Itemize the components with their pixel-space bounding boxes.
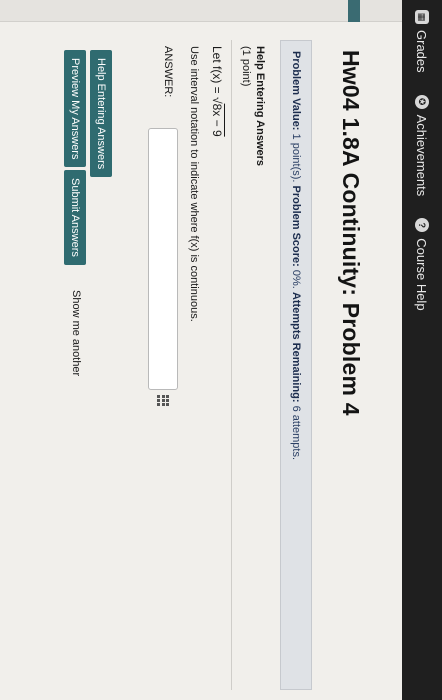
problem-score-label: Problem Score: [290,185,302,267]
nav-grades-label: Grades [414,30,430,73]
attempts-remaining: 6 attempts. [290,405,302,461]
answer-input[interactable] [148,128,178,390]
main-content: Hw04 1.8A Continuity: Problem 4 Problem … [0,40,402,690]
problem-score: 0%. [290,269,302,289]
sidebar [0,0,402,22]
grades-icon: ▦ [415,10,429,24]
problem-prompt: Let f(x) = √8x − 9 [210,46,224,137]
attempts-label: Attempts Remaining: [290,291,302,403]
nav-achievements-label: Achievements [414,114,430,197]
webwork-page: ▦ Grades ✪ Achievements ? Course Help Hw… [0,0,442,700]
problem-value: 1 point(s). [290,133,302,183]
nav-grades[interactable]: ▦ Grades [415,10,430,73]
problem-points: (1 point) [240,46,252,87]
prompt-radicand: 8x − 9 [210,103,224,137]
equation-editor-icon[interactable] [157,395,169,407]
help-entering-answers-link[interactable]: Help Entering Answers [254,46,266,166]
problem-actions: Help Entering Answers Preview My Answers… [52,40,112,690]
preview-answers-button[interactable]: Preview My Answers [64,50,86,168]
help-entering-answers-button[interactable]: Help Entering Answers [90,50,112,178]
top-navigation: ▦ Grades ✪ Achievements ? Course Help [402,0,442,700]
show-me-another-link[interactable]: Show me another [70,290,82,376]
problem-instruction: Use interval notation to indicate where … [188,46,200,322]
nav-course-help[interactable]: ? Course Help [414,218,430,311]
achievements-icon: ✪ [415,94,429,109]
page-title: Hw04 1.8A Continuity: Problem 4 [338,50,364,416]
answer-label: ANSWER: [162,46,174,98]
nav-course-help-label: Course Help [414,238,430,311]
nav-achievements[interactable]: ✪ Achievements [414,94,430,197]
problem-divider [231,40,232,690]
prompt-prefix: Let f(x) = √ [210,46,224,104]
problem-value-label: Problem Value: [290,51,302,131]
help-icon: ? [415,218,429,233]
problem-info-bar: Problem Value: 1 point(s). Problem Score… [280,40,312,690]
submit-answers-button[interactable]: Submit Answers [64,170,86,265]
sidebar-active-marker [348,0,360,22]
